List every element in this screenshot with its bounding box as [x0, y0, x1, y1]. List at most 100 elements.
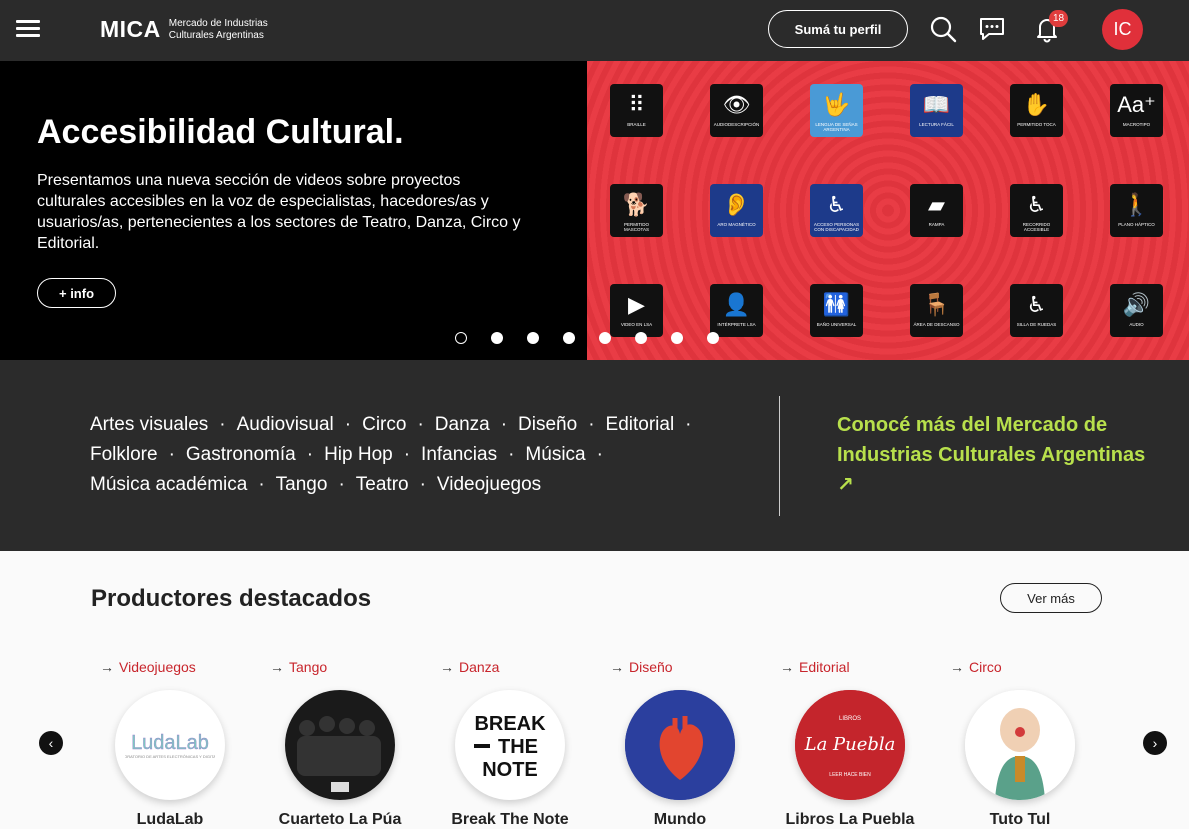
category-link[interactable]: Música académica: [90, 474, 247, 495]
carousel-dots: [455, 332, 719, 344]
category-link[interactable]: Tango: [276, 474, 328, 495]
chat-icon[interactable]: [977, 14, 1007, 44]
accessibility-glyph: 🤟: [822, 92, 851, 117]
category-link[interactable]: Diseño: [518, 414, 577, 435]
accessibility-glyph: 🚶: [1122, 192, 1151, 217]
producer-category[interactable]: → Editorial: [780, 659, 850, 675]
accessibility-glyph: 🔊: [1122, 292, 1151, 317]
producer-name[interactable]: LudaLab: [80, 811, 260, 829]
producer-category[interactable]: → Tango: [270, 659, 327, 675]
producer-logo[interactable]: La Puebla LIBROS LEER HACE BIEN: [795, 690, 905, 800]
carousel-prev-button[interactable]: ‹: [39, 731, 63, 755]
category-link[interactable]: Música: [525, 444, 585, 465]
category-separator: ·: [306, 444, 314, 465]
producer-card[interactable]: → Diseño Mundo: [610, 659, 780, 829]
accessibility-glyph: 👤: [722, 292, 751, 317]
accessibility-tile: ♿ Acceso personas con discapacidad: [810, 184, 863, 237]
producer-logo[interactable]: BREAK THE NOTE: [455, 690, 565, 800]
category-link[interactable]: Infancias: [421, 444, 497, 465]
producer-card[interactable]: → Editorial La Puebla LIBROS LEER HACE BIEN L…: [780, 659, 950, 829]
category-separator: ·: [508, 444, 515, 465]
carousel-dot[interactable]: [527, 332, 539, 344]
accessibility-tile: 🚻 Baño universal: [810, 284, 863, 337]
accessibility-glyph: 👂: [722, 192, 751, 217]
carousel-dot[interactable]: [563, 332, 575, 344]
accessibility-caption: Aro magnético: [717, 222, 756, 227]
svg-text:LIBROS: LIBROS: [839, 716, 861, 722]
arrow-right-icon: →: [950, 659, 964, 675]
accessibility-tile: ▰ Rampa: [910, 184, 963, 237]
featured-producers-section: Productores destacados Ver más ‹ › → Vide…: [0, 551, 1189, 829]
producer-name[interactable]: Cuarteto La Púa: [250, 811, 430, 829]
producer-category-label: Videojuegos: [119, 659, 196, 675]
accessibility-tile: ▶ Video en LSA: [610, 284, 663, 337]
accessibility-tile: 🐕 Permitido mascotas: [610, 184, 663, 237]
accessibility-tile: ✋ Permitido toca: [1010, 84, 1063, 137]
producer-logo[interactable]: [965, 690, 1075, 800]
accessibility-caption: Plano háptico: [1118, 222, 1155, 227]
category-link[interactable]: Videojuegos: [437, 474, 541, 495]
producer-category[interactable]: → Danza: [440, 659, 499, 675]
logo-text: Mercado de Industrias Culturales Argenti…: [169, 18, 268, 42]
accessibility-caption: Audio: [1129, 322, 1144, 327]
avatar[interactable]: IC: [1102, 9, 1143, 50]
category-separator: ·: [596, 444, 603, 465]
category-link[interactable]: Teatro: [356, 474, 409, 495]
category-link[interactable]: Audiovisual: [237, 414, 334, 435]
category-link[interactable]: Editorial: [606, 414, 675, 435]
mica-info-link[interactable]: Conocé más del Mercado de Industrias Cul…: [837, 410, 1147, 500]
search-icon[interactable]: [928, 14, 958, 44]
accessibility-caption: Rampa: [928, 222, 945, 227]
category-link[interactable]: Folklore: [90, 444, 158, 465]
producer-name[interactable]: Tuto Tul: [930, 811, 1110, 829]
accessibility-tile: ⠿ Braille: [610, 84, 663, 137]
producer-card[interactable]: → Danza BREAK THE NOTE Break The Note: [440, 659, 610, 829]
producer-card[interactable]: → Videojuegos LudaLabLABORATORIO DE ARTES …: [100, 659, 270, 829]
add-profile-button[interactable]: Sumá tu perfil: [768, 10, 908, 48]
accessibility-tile: 🚶 Plano háptico: [1110, 184, 1163, 237]
carousel-dot[interactable]: [635, 332, 647, 344]
hero-title: Accesibilidad Cultural.: [37, 113, 404, 151]
accessibility-glyph: ▶: [628, 292, 645, 317]
category-link[interactable]: Circo: [362, 414, 406, 435]
producer-logo[interactable]: [625, 690, 735, 800]
accessibility-tile: ♿ Recorrido accesible: [1010, 184, 1063, 237]
logo-mark: MICA: [100, 16, 161, 42]
producer-name[interactable]: Mundo: [590, 811, 770, 829]
producer-logo-image: BREAKTHENOTE: [474, 713, 546, 780]
producer-category[interactable]: → Diseño: [610, 659, 673, 675]
accessibility-glyph: 🚻: [822, 292, 851, 317]
accessibility-tile: 👁 Audiodescripción: [710, 84, 763, 137]
see-more-button[interactable]: Ver más: [1000, 583, 1102, 613]
producer-logo[interactable]: [285, 690, 395, 800]
category-link[interactable]: Danza: [435, 414, 490, 435]
hero-banner: Accesibilidad Cultural. Presentamos una …: [0, 61, 1189, 360]
producer-logo[interactable]: LudaLabLABORATORIO DE ARTES ELECTRÓNICAS…: [115, 690, 225, 800]
category-separator: ·: [403, 444, 411, 465]
carousel-dot[interactable]: [491, 332, 503, 344]
carousel-dot[interactable]: [599, 332, 611, 344]
producer-category[interactable]: → Videojuegos: [100, 659, 196, 675]
category-link[interactable]: Gastronomía: [186, 444, 296, 465]
producer-name[interactable]: Break The Note: [420, 811, 600, 829]
producer-category[interactable]: → Circo: [950, 659, 1002, 675]
producer-logo-image: La Puebla LIBROS LEER HACE BIEN: [795, 690, 905, 800]
carousel-dot[interactable]: [707, 332, 719, 344]
logo[interactable]: MICA Mercado de Industrias Culturales Ar…: [100, 16, 268, 43]
menu-icon[interactable]: [16, 20, 40, 38]
carousel-dot[interactable]: [671, 332, 683, 344]
carousel-next-button[interactable]: ›: [1143, 731, 1167, 755]
producer-card[interactable]: → Tango Cuarteto La Púa: [270, 659, 440, 829]
category-link[interactable]: Hip Hop: [324, 444, 393, 465]
category-link[interactable]: Artes visuales: [90, 414, 208, 435]
svg-text:BREAK: BREAK: [474, 713, 546, 735]
accessibility-glyph: 👁: [722, 92, 751, 117]
producer-category-label: Circo: [969, 659, 1002, 675]
more-info-button[interactable]: + info: [37, 278, 116, 308]
producer-name[interactable]: Libros La Puebla: [760, 811, 940, 829]
producer-logo-image: [625, 690, 735, 800]
producer-card[interactable]: → Circo Tuto Tul: [950, 659, 1120, 829]
accessibility-caption: Baño universal: [816, 322, 857, 327]
carousel-dot[interactable]: [455, 332, 467, 344]
category-separator: ·: [219, 414, 226, 435]
